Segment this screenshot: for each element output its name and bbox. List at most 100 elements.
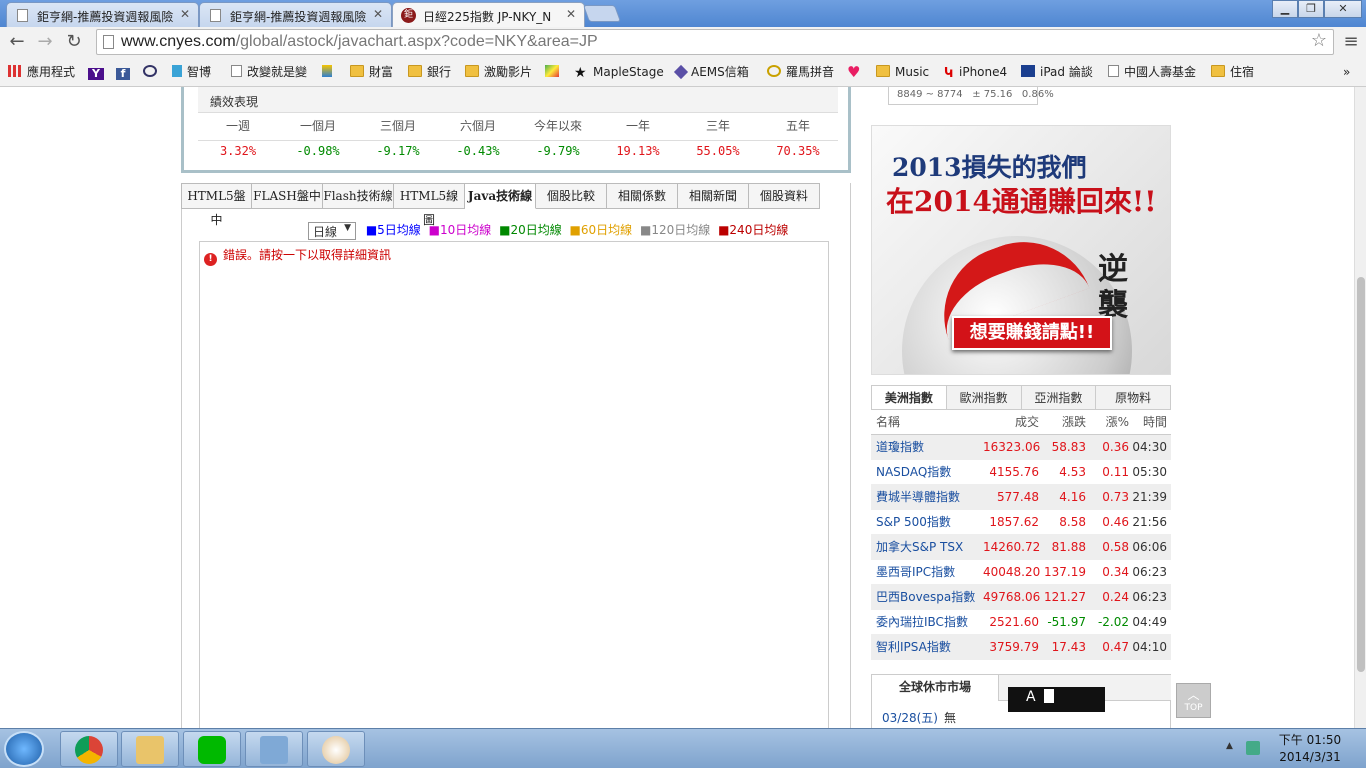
bookmark-chinalife[interactable]: 中國人壽基金: [1108, 62, 1196, 82]
holiday-date[interactable]: 03/28(五): [882, 711, 938, 725]
bookmark-aems[interactable]: AEMS信箱: [673, 62, 749, 82]
taskbar-explorer[interactable]: [121, 731, 179, 767]
period-select[interactable]: 日線 ▼: [308, 221, 356, 240]
heart-icon[interactable]: ♥: [847, 62, 866, 82]
index-value: 40048.20: [983, 565, 1041, 579]
facebook-icon[interactable]: f: [116, 62, 135, 82]
taskbar-network[interactable]: [245, 731, 303, 767]
table-row: 道瓊指數 16323.06 58.83 0.36 04:30: [871, 435, 1171, 460]
bookmark-folder-videos[interactable]: 激勵影片: [465, 62, 532, 82]
index-value: 2521.60: [989, 615, 1039, 629]
back-icon[interactable]: ←: [6, 31, 28, 53]
tab-asia[interactable]: 亞洲指數: [1020, 386, 1096, 409]
tab-flash-intraday[interactable]: FLASH盤中: [252, 183, 323, 209]
site-icon[interactable]: [143, 62, 162, 82]
tab-correlation[interactable]: 相關係數: [607, 183, 678, 209]
bookmark-icon[interactable]: [322, 62, 337, 82]
tab-related-news[interactable]: 相關新聞: [678, 183, 749, 209]
bookmark-zhibo[interactable]: 智博: [172, 62, 211, 82]
index-name-link[interactable]: 道瓊指數: [871, 435, 983, 459]
tab-java-technical[interactable]: Java技術線: [465, 183, 536, 209]
bookmark-iphone4[interactable]: ԿiPhone4: [944, 62, 1007, 82]
tab-title: 鉅亨網-推薦投資週報風險: [230, 10, 367, 24]
index-value: 49768.06: [983, 590, 1041, 604]
vertical-scrollbar[interactable]: [1354, 87, 1366, 728]
header-name: 名稱: [876, 415, 901, 429]
ma-120: ■120日均線: [640, 223, 711, 237]
index-name-link[interactable]: 墨西哥IPC指數: [871, 560, 983, 584]
taskbar-chrome[interactable]: [60, 731, 118, 767]
bookmark-star-icon[interactable]: ☆: [1311, 30, 1327, 51]
page-content: 績效表現 一週 一個月 三個月 六個月 今年以來 一年 三年 五年 3.32% …: [0, 87, 1354, 728]
menu-icon[interactable]: ≡: [1340, 31, 1362, 53]
tab-americas[interactable]: 美洲指數: [872, 386, 946, 409]
ime-toolbar[interactable]: A: [1008, 687, 1105, 712]
tab-stock-compare[interactable]: 個股比較: [536, 183, 607, 209]
bookmark-change[interactable]: 改變就是變: [231, 62, 307, 82]
java-applet-area[interactable]: ! 錯誤。請按一下以取得詳細資訊: [199, 241, 829, 728]
bookmark-folder-lodging[interactable]: 住宿: [1211, 62, 1254, 82]
browser-tab-2[interactable]: 鉅亨網-推薦投資週報風險 ✕: [199, 2, 392, 27]
ad-button[interactable]: 想要賺錢請點!!: [952, 316, 1112, 350]
table-row: S&P 500指數 1857.62 8.58 0.46 21:56: [871, 510, 1171, 535]
index-name-link[interactable]: S&P 500指數: [871, 510, 983, 534]
tab-commodities[interactable]: 原物料: [1095, 386, 1170, 409]
close-window-button[interactable]: ✕: [1324, 0, 1362, 18]
holiday-title[interactable]: 全球休市市場: [872, 675, 999, 701]
index-name-link[interactable]: NASDAQ指數: [871, 460, 983, 484]
paint-icon: [322, 736, 350, 764]
index-pct: -2.02: [1097, 615, 1129, 629]
new-tab-button[interactable]: [582, 5, 622, 22]
start-button[interactable]: [4, 731, 44, 767]
scrollbar-thumb[interactable]: [1357, 277, 1365, 672]
network-tray-icon[interactable]: [1246, 741, 1260, 755]
tab-html5-intraday[interactable]: HTML5盤中: [181, 183, 252, 227]
taskbar-line[interactable]: [183, 731, 241, 767]
close-icon[interactable]: ✕: [180, 7, 190, 21]
moving-average-legend: 日線 ▼ ■5日均線 ■10日均線 ■20日均線 ■60日均線 ■120日均線 …: [308, 221, 792, 240]
browser-tab-3[interactable]: 鉅 日經225指數 JP-NKY_N ✕: [392, 2, 585, 27]
tray-expand-icon[interactable]: ▲: [1226, 741, 1233, 751]
index-time: 06:23: [1132, 565, 1167, 579]
bookmark-folder-wealth[interactable]: 財富: [350, 62, 393, 82]
system-clock[interactable]: 下午 01:50 2014/3/31: [1272, 732, 1348, 766]
taskbar-paint[interactable]: [307, 731, 365, 767]
more-bookmarks[interactable]: »: [1343, 62, 1350, 82]
index-name-link[interactable]: 費城半導體指數: [871, 485, 983, 509]
tab-html5-chart[interactable]: HTML5線圖: [394, 183, 465, 227]
close-icon[interactable]: ✕: [566, 7, 576, 21]
tab-stock-info[interactable]: 個股資料: [749, 183, 820, 209]
tab-europe[interactable]: 歐洲指數: [945, 386, 1021, 409]
bookmark-folder-music[interactable]: Music: [876, 62, 929, 82]
bookmark-ipad[interactable]: iPad 論談: [1021, 62, 1093, 82]
ma-5: ■5日均線: [365, 223, 421, 237]
java-error-message[interactable]: ! 錯誤。請按一下以取得詳細資訊: [204, 246, 391, 266]
minimize-button[interactable]: ▁: [1272, 0, 1298, 18]
bookmark-maplestage[interactable]: ★ MapleStage: [574, 62, 664, 82]
period-value: 55.05%: [696, 144, 740, 158]
browser-tab-1[interactable]: 鉅亨網-推薦投資週報風險 ✕: [6, 2, 199, 27]
advertisement-banner[interactable]: 2013損失的我們 在2014通通賺回來!! 逆襲 想要賺錢請點!!: [871, 125, 1171, 375]
yahoo-icon[interactable]: Y: [88, 62, 109, 82]
index-change: 81.88: [1051, 540, 1086, 554]
forward-icon[interactable]: →: [34, 31, 56, 53]
quote-range: 8849 ~ 8774: [897, 89, 963, 100]
index-name-link[interactable]: 委內瑞拉IBC指數: [871, 610, 983, 634]
index-name-link[interactable]: 智利IPSA指數: [871, 635, 983, 659]
maps-icon[interactable]: [545, 62, 564, 82]
bookmark-apps[interactable]: 應用程式: [8, 62, 75, 82]
tab-flash-technical[interactable]: Flash技術線: [323, 183, 394, 209]
back-to-top-button[interactable]: ︿ TOP: [1176, 683, 1211, 718]
bookmark-folder-bank[interactable]: 銀行: [408, 62, 451, 82]
close-icon[interactable]: ✕: [373, 7, 383, 21]
period-value: -0.98%: [296, 144, 340, 158]
folder-icon: [350, 65, 364, 77]
bookmark-roman[interactable]: 羅馬拼音: [767, 62, 834, 82]
reload-icon[interactable]: ↻: [63, 31, 85, 53]
address-bar[interactable]: www.cnyes.com/global/astock/javachart.as…: [96, 29, 1334, 55]
index-name-link[interactable]: 巴西Bovespa指數: [871, 585, 983, 609]
index-name-link[interactable]: 加拿大S&P TSX: [871, 535, 983, 559]
index-change: 4.53: [1059, 465, 1086, 479]
tab-title: 鉅亨網-推薦投資週報風險: [37, 10, 174, 24]
maximize-button[interactable]: ❐: [1298, 0, 1324, 18]
